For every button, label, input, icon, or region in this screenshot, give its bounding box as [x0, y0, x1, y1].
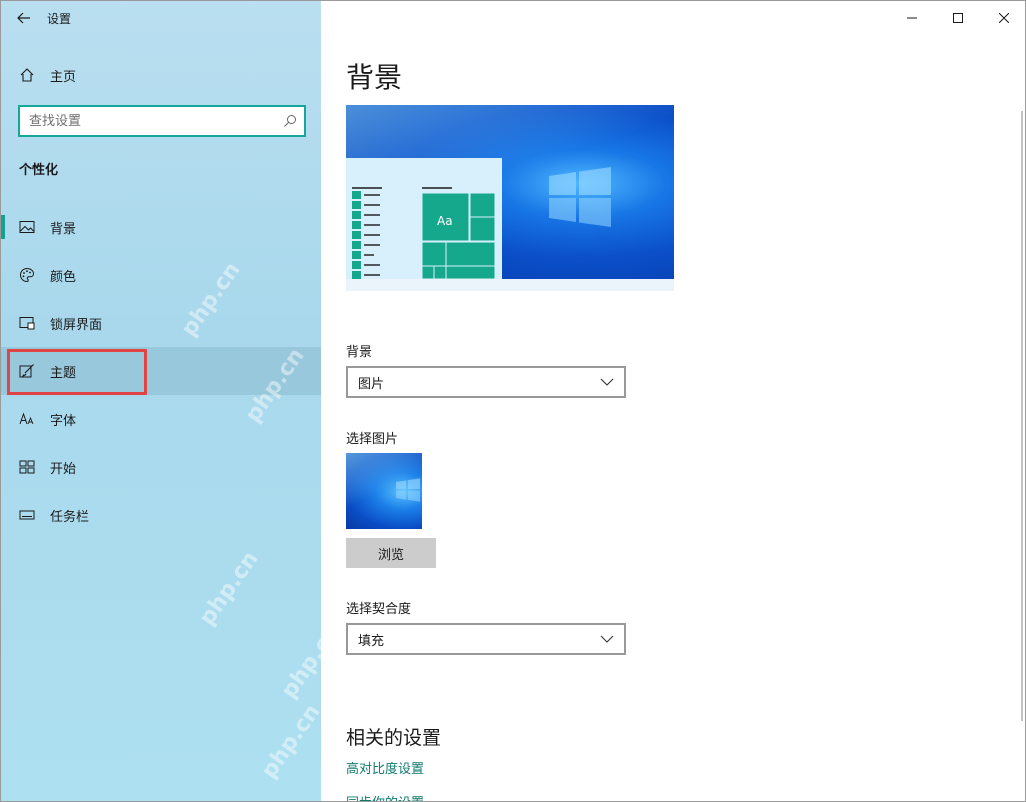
choose-picture-label: 选择图片 — [346, 432, 399, 447]
start-grid-icon — [19, 459, 35, 475]
nav-item-label: 背景 — [50, 221, 77, 237]
watermark: php.cn — [194, 546, 264, 631]
browse-button[interactable]: 浏览 — [346, 538, 436, 568]
search-input[interactable] — [20, 107, 276, 135]
close-icon — [999, 13, 1009, 23]
fit-value: 填充 — [358, 633, 385, 649]
search-box[interactable] — [18, 105, 306, 137]
fit-label: 选择契合度 — [346, 602, 412, 617]
nav-item-fonts[interactable]: 字体 — [1, 395, 321, 443]
nav-home[interactable]: 主页 — [1, 57, 321, 93]
nav-item-label: 颜色 — [50, 269, 77, 285]
nav-home-label: 主页 — [50, 69, 77, 85]
nav-item-label: 锁屏界面 — [50, 317, 103, 333]
chevron-down-icon — [600, 378, 614, 386]
sync-settings-link[interactable]: 同步你的设置 — [346, 792, 424, 801]
app-title: 设置 — [47, 11, 72, 26]
fit-select[interactable]: 填充 — [346, 623, 626, 655]
back-button[interactable] — [1, 1, 47, 35]
back-arrow-icon — [17, 12, 30, 24]
home-icon — [19, 67, 35, 83]
related-settings-title: 相关的设置 — [346, 727, 442, 749]
nav-item-background[interactable]: 背景 — [1, 203, 321, 251]
font-icon — [19, 411, 35, 427]
lock-screen-icon — [19, 315, 35, 331]
nav-item-label: 字体 — [50, 413, 77, 429]
titlebar-left: 设置 — [1, 1, 321, 35]
theme-brush-icon — [19, 363, 35, 379]
palette-icon — [19, 267, 35, 283]
nav-item-lock-screen[interactable]: 锁屏界面 — [1, 299, 321, 347]
background-type-select[interactable]: 图片 — [346, 366, 626, 398]
nav-item-label: 任务栏 — [50, 509, 90, 525]
preview-tile-text: Aa — [437, 214, 453, 228]
chevron-down-icon — [600, 635, 614, 643]
windows-logo-icon — [396, 478, 420, 502]
scrollbar[interactable] — [1021, 111, 1023, 721]
section-title: 个性化 — [19, 163, 59, 178]
high-contrast-link[interactable]: 高对比度设置 — [346, 758, 424, 777]
taskbar-icon — [19, 507, 35, 523]
maximize-button[interactable] — [935, 1, 981, 35]
page-title: 背景 — [346, 61, 403, 94]
nav-item-taskbar[interactable]: 任务栏 — [1, 491, 321, 539]
settings-window: 设置 主页 个性化 背景 — [0, 0, 1026, 802]
background-preview: Aa — [346, 105, 674, 291]
windows-logo-icon — [549, 167, 611, 227]
maximize-icon — [953, 13, 963, 23]
minimize-button[interactable] — [889, 1, 935, 35]
nav-item-label: 主题 — [50, 365, 77, 381]
preview-start-menu: Aa — [346, 158, 502, 280]
nav-item-start[interactable]: 开始 — [1, 443, 321, 491]
background-type-value: 图片 — [358, 376, 385, 392]
search-icon[interactable] — [276, 114, 304, 128]
window-controls — [889, 1, 1025, 35]
background-label: 背景 — [346, 345, 373, 360]
close-button[interactable] — [981, 1, 1025, 35]
sidebar: 设置 主页 个性化 背景 — [1, 1, 346, 801]
nav-item-colors[interactable]: 颜色 — [1, 251, 321, 299]
nav-item-label: 开始 — [50, 461, 77, 477]
minimize-icon — [907, 17, 917, 19]
nav-list: 背景 颜色 锁屏界面 主题 字体 开始 任务栏 — [1, 203, 321, 539]
nav-item-themes[interactable]: 主题 — [1, 347, 321, 395]
image-icon — [19, 219, 35, 235]
picture-thumbnail[interactable] — [346, 453, 422, 529]
main-content: 背景 Aa 背景 图片 选择图片 浏览 选择契合度 填充 相关的设置 高对比度设… — [257, 1, 1025, 801]
